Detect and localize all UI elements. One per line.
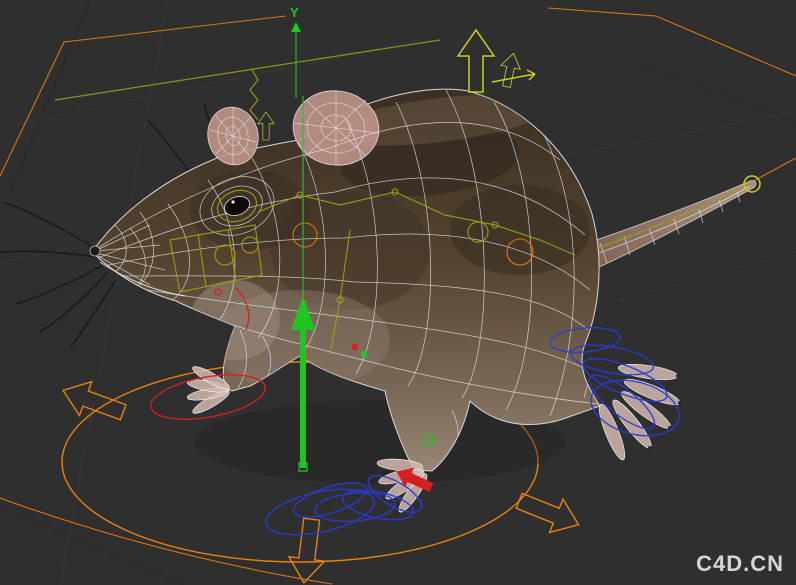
up-arrow-handle-small[interactable] bbox=[496, 50, 524, 90]
scene-canvas: Y bbox=[0, 0, 796, 585]
head-bone-arrow[interactable] bbox=[257, 111, 275, 141]
keyframe-marker-green-2 bbox=[361, 351, 367, 357]
hind-right-foot[interactable] bbox=[595, 361, 683, 462]
eye-highlight bbox=[231, 200, 235, 204]
translate-y-shaft[interactable] bbox=[300, 330, 306, 468]
viewport-3d[interactable]: Y C4D.CN bbox=[0, 0, 796, 585]
up-arrow-handle-large[interactable] bbox=[457, 29, 495, 93]
keyframe-marker-red bbox=[352, 344, 358, 350]
nose bbox=[89, 245, 101, 257]
watermark: C4D.CN bbox=[696, 551, 784, 576]
tail[interactable] bbox=[578, 175, 761, 273]
spring-icon bbox=[249, 69, 259, 121]
y-axis-label: Y bbox=[290, 5, 299, 20]
translate-arrow-handle-right[interactable] bbox=[511, 483, 586, 543]
translate-arrow-handle-left[interactable] bbox=[56, 372, 131, 430]
translate-arrow-handle-front[interactable] bbox=[285, 516, 331, 585]
